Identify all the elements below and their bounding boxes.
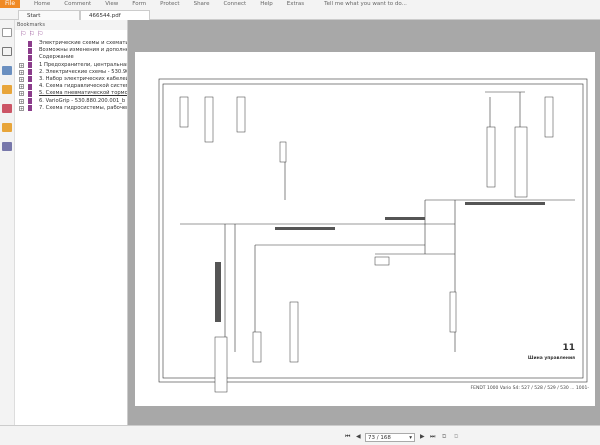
page-number-input[interactable]: 73 / 168 ▾: [365, 433, 415, 442]
previous-view-icon[interactable]: ⧉: [442, 433, 446, 441]
bookmark-item[interactable]: +1 Предохранители, центральная эл: [15, 62, 127, 69]
expand-icon[interactable]: +: [19, 62, 24, 68]
bookmark-item[interactable]: +4. Схема гидравлической системы к: [15, 83, 127, 90]
collapse-bookmark-icon[interactable]: ⚐: [29, 30, 38, 38]
last-page-button[interactable]: ⏭: [430, 433, 435, 441]
tab-bar: Start 466544.pdf (SECURED) ×: [0, 8, 600, 29]
bookmark-icon: [28, 47, 32, 54]
wiring-diagram: [158, 78, 588, 393]
sheet-number: 11: [562, 343, 575, 353]
bookmark-label: 3. Набор электрических кабелей, V: [39, 75, 127, 82]
bookmark-icon: [28, 105, 32, 112]
status-bar: [0, 425, 600, 445]
menu-home[interactable]: Home: [34, 1, 50, 7]
expand-icon[interactable]: +: [19, 84, 24, 90]
bookmarks-title: Bookmarks: [15, 20, 127, 30]
bookmark-label: 5. Схема пневматической тормозно: [39, 90, 127, 97]
document-viewer[interactable]: 11 Шина управления FENDT 1000 Vario S4: …: [128, 20, 600, 425]
bookmark-label: Электрические схемы и схематичес: [39, 40, 127, 46]
sheet-title: Шина управления: [527, 356, 575, 361]
layers-icon[interactable]: [2, 66, 12, 75]
expand-icon[interactable]: +: [19, 105, 24, 111]
bookmark-item[interactable]: Содержание: [15, 54, 127, 61]
pdf-page: 11 Шина управления FENDT 1000 Vario S4: …: [135, 52, 595, 406]
first-page-button[interactable]: ⏮: [345, 433, 350, 441]
bookmark-label: 6. VarioGrip - 530.880.200.001_b: [39, 97, 126, 104]
menu-share[interactable]: Share: [194, 1, 210, 7]
bookmarks-panel: Bookmarks ⚐ ⚐ ⚐ Электрические схемы и сх…: [15, 20, 128, 425]
bookmark-icon: [28, 54, 32, 61]
bookmark-item[interactable]: +2. Электрические схемы - 530.900.(: [15, 69, 127, 76]
bookmark-icon: [28, 83, 32, 90]
tell-me-input[interactable]: Tell me what you want to do...: [324, 1, 407, 7]
bookmark-label: Содержание: [39, 54, 74, 61]
bookmark-panel-icon[interactable]: [2, 28, 12, 37]
comments-icon[interactable]: [2, 85, 12, 94]
bookmark-label: Возможны изменения и дополнения: [39, 47, 127, 54]
bookmark-icon: [28, 76, 32, 83]
bookmark-item[interactable]: +6. VarioGrip - 530.880.200.001_b: [15, 98, 127, 105]
expand-icon[interactable]: +: [19, 69, 24, 75]
chevron-down-icon[interactable]: ▾: [409, 434, 412, 442]
bookmark-item[interactable]: +7. Схема гидросистемы, рабочей си: [15, 105, 127, 112]
attachments-icon[interactable]: [2, 104, 12, 113]
menu-protect[interactable]: Protect: [160, 1, 179, 7]
next-view-icon[interactable]: ⧉: [454, 433, 458, 441]
add-bookmark-icon[interactable]: ⚐: [37, 30, 43, 38]
bookmark-item[interactable]: +5. Схема пневматической тормозно: [15, 90, 127, 97]
bookmark-item[interactable]: Электрические схемы и схематичес: [15, 40, 127, 47]
bookmark-icon: [28, 62, 32, 69]
expand-icon[interactable]: +: [19, 76, 24, 82]
menu-file[interactable]: File: [0, 0, 20, 8]
menu-comment[interactable]: Comment: [64, 1, 91, 7]
bookmark-label: 7. Схема гидросистемы, рабочей си: [39, 104, 127, 111]
document-footer: FENDT 1000 Vario S4: 527 / 528 / 529 / 5…: [470, 386, 589, 391]
next-page-button[interactable]: ▶: [420, 433, 425, 440]
tab-document[interactable]: 466544.pdf (SECURED) ×: [80, 10, 150, 29]
bookmark-icon: [28, 69, 32, 76]
tab-label: Start: [27, 13, 41, 19]
pages-icon[interactable]: [2, 47, 12, 56]
menu-bar: File Home Comment View Form Protect Shar…: [0, 0, 600, 8]
expand-bookmark-icon[interactable]: ⚐: [20, 30, 29, 38]
previous-page-button[interactable]: ◀: [356, 433, 361, 440]
expand-icon[interactable]: +: [19, 98, 24, 104]
bookmark-toolbar: ⚐ ⚐ ⚐: [15, 30, 127, 40]
page-number-value: 73 / 168: [368, 435, 391, 441]
bookmark-item[interactable]: Возможны изменения и дополнения: [15, 47, 127, 54]
signature-icon[interactable]: [2, 142, 12, 151]
bookmark-icon: [28, 98, 32, 104]
menu-view[interactable]: View: [105, 1, 118, 7]
menu-extras[interactable]: Extras: [287, 1, 304, 7]
bookmark-item[interactable]: +3. Набор электрических кабелей, V: [15, 76, 127, 83]
tab-start[interactable]: Start: [18, 10, 80, 20]
expand-icon[interactable]: +: [19, 91, 24, 97]
menu-help[interactable]: Help: [260, 1, 273, 7]
bookmark-icon: [28, 90, 32, 97]
menu-connect[interactable]: Connect: [223, 1, 246, 7]
bookmark-label: 1 Предохранители, центральная эл: [39, 61, 127, 68]
menu-form[interactable]: Form: [132, 1, 146, 7]
security-icon[interactable]: [2, 123, 12, 132]
bookmark-label: 2. Электрические схемы - 530.900.(: [39, 68, 127, 75]
bookmark-icon: [28, 40, 32, 47]
left-panel-bar: [0, 20, 15, 425]
bookmark-label: 4. Схема гидравлической системы к: [39, 83, 127, 90]
